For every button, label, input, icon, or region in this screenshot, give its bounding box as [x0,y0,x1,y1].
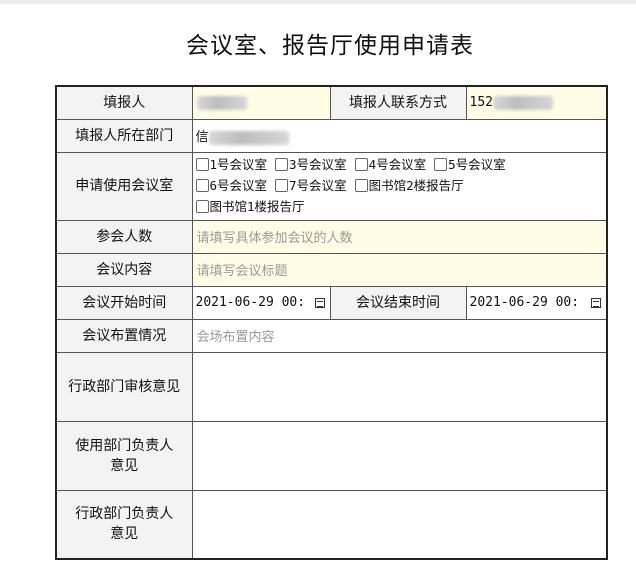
room-option-library-2f[interactable]: 图书馆2楼报告厅 [354,176,464,195]
room-option-7[interactable]: 7号会议室 [275,176,347,195]
department-field[interactable]: 信 [191,118,608,153]
redacted-applicant-name [196,95,247,110]
room-option-label: 7号会议室 [289,177,347,193]
end-time-label: 会议结束时间 [329,285,467,320]
applicant-label: 填报人 [55,85,193,120]
arrangement-placeholder: 会场布置内容 [196,330,275,345]
admin-dept-head-label: 行政部门负责人意见 [55,489,193,560]
calendar-icon[interactable] [314,297,325,308]
end-time-input[interactable]: 2021-06-29 00: [465,285,608,320]
arrangement-input[interactable]: 会场布置内容 [191,318,608,353]
row-content: 会议内容 请填写会议标题 [55,252,608,287]
contact-label: 填报人联系方式 [329,85,467,120]
end-time-value: 2021-06-29 00: [469,295,580,310]
checkbox[interactable] [195,178,209,192]
room-option-3[interactable]: 3号会议室 [275,155,347,174]
room-option-label: 6号会议室 [209,177,268,193]
department-label: 填报人所在部门 [55,118,193,153]
checkbox[interactable] [195,199,209,213]
room-option-label: 4号会议室 [368,156,427,172]
arrangement-label: 会议布置情况 [55,318,193,353]
row-admin-dept-head: 行政部门负责人意见 [55,489,608,560]
calendar-icon[interactable] [591,297,601,308]
content-placeholder: 请填写会议标题 [196,264,288,279]
row-applicant: 填报人 填报人联系方式 152 [55,85,608,120]
page-title: 会议室、报告厅使用申请表 [186,33,474,59]
room-option-library-1f[interactable]: 图书馆1楼报告厅 [195,197,305,216]
redacted-department [208,130,289,145]
row-times: 会议开始时间 2021-06-29 00: 会议结束时间 2021-06-29 … [55,285,608,320]
start-time-input[interactable]: 2021-06-29 00: [191,285,331,320]
row-department: 填报人所在部门 信 [55,118,608,153]
rooms-label: 申请使用会议室 [55,151,193,221]
checkbox[interactable] [354,157,368,171]
contact-value-prefix: 152 [469,95,493,111]
content-label: 会议内容 [55,252,193,287]
contact-field[interactable]: 152 [465,85,608,120]
row-arrangement: 会议布置情况 会场布置内容 [55,318,608,353]
checkbox[interactable] [354,178,368,192]
room-option-label: 5号会议室 [448,156,506,172]
room-option-label: 图书馆2楼报告厅 [368,177,464,193]
row-rooms: 申请使用会议室 1号会议室 3号会议室 4号会议室 5号会议室 6号会议室 7号会议室图… [55,151,608,221]
redacted-contact-number [492,95,553,110]
room-option-label: 3号会议室 [289,156,347,172]
admin-dept-head-input[interactable] [191,489,608,560]
attendees-label: 参会人数 [55,219,193,254]
checkbox[interactable] [434,157,448,171]
user-dept-head-input[interactable] [191,420,608,491]
admin-review-input[interactable] [191,351,608,422]
room-option-1[interactable]: 1号会议室 [195,155,268,174]
application-form: 填报人 填报人联系方式 152 填报人所在部门 信 申请使用会议室 1号会议室 3… [55,85,608,560]
attendees-placeholder: 请填写具体参加会议的人数 [196,231,353,246]
user-dept-head-label: 使用部门负责人意见 [55,420,193,491]
start-time-value: 2021-06-29 00: [195,295,306,310]
room-option-4[interactable]: 4号会议室 [354,155,427,174]
department-value-prefix: 信 [195,130,209,145]
row-user-dept-head: 使用部门负责人意见 [55,420,608,491]
attendees-input[interactable]: 请填写具体参加会议的人数 [191,219,608,254]
room-option-5[interactable]: 5号会议室 [434,155,506,174]
content-input[interactable]: 请填写会议标题 [191,252,608,287]
admin-review-label: 行政部门审核意见 [55,351,193,422]
checkbox[interactable] [275,157,289,171]
checkbox[interactable] [275,178,289,192]
rooms-checkbox-group: 1号会议室 3号会议室 4号会议室 5号会议室 6号会议室 7号会议室 图书馆2楼报告厅 … [191,151,608,221]
top-divider [0,0,636,4]
room-option-label: 1号会议室 [209,156,268,172]
row-attendees: 参会人数 请填写具体参加会议的人数 [55,219,608,254]
room-option-6[interactable]: 6号会议室 [195,176,268,195]
applicant-field[interactable] [191,85,331,120]
start-time-label: 会议开始时间 [55,285,193,320]
row-admin-review: 行政部门审核意见 [55,351,608,422]
room-option-label: 图书馆1楼报告厅 [209,198,305,214]
checkbox[interactable] [195,157,209,171]
